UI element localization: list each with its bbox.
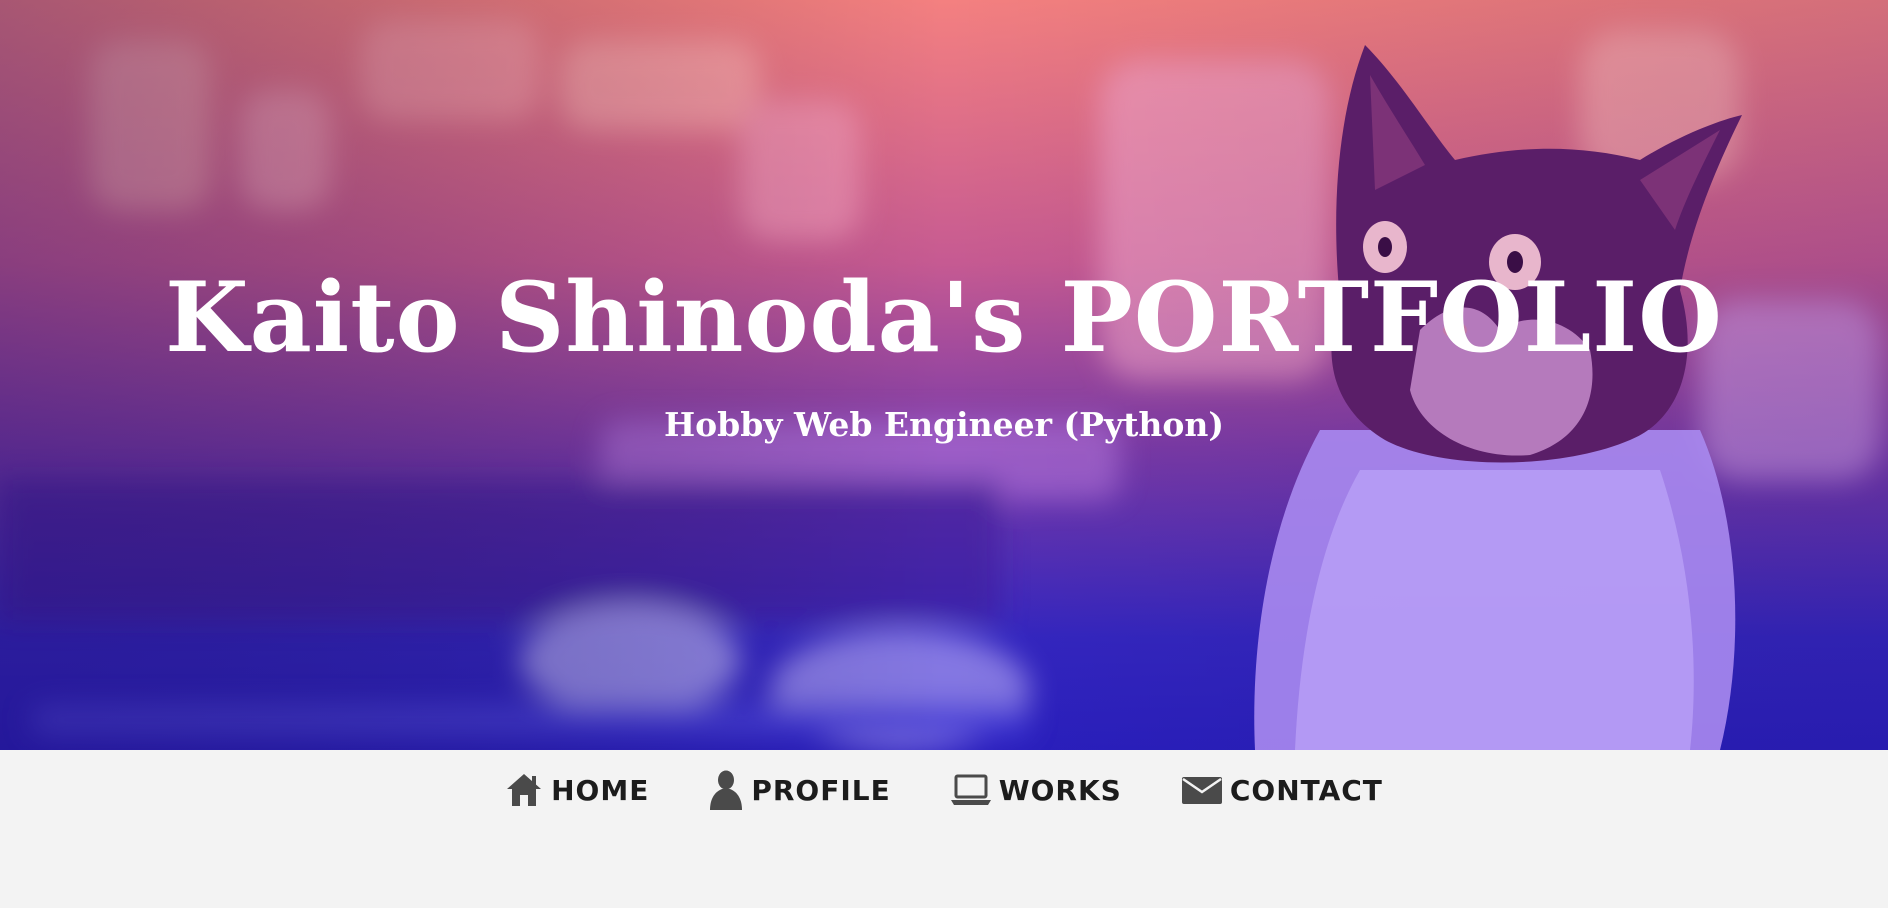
home-icon	[507, 774, 542, 806]
nav-item-works[interactable]: WORKS	[950, 770, 1122, 810]
cat-photo	[0, 0, 1888, 750]
nav-item-profile[interactable]: PROFILE	[709, 770, 890, 810]
envelope-icon	[1181, 777, 1222, 804]
person-icon	[710, 770, 743, 810]
nav-item-home[interactable]: HOME	[505, 770, 649, 810]
nav-label-home: HOME	[551, 773, 650, 807]
laptop-icon	[950, 774, 991, 805]
nav-label-profile: PROFILE	[751, 773, 891, 807]
page-title: Kaito Shinoda's PORTFOLIO	[165, 261, 1723, 374]
nav-item-contact[interactable]: CONTACT	[1181, 770, 1383, 810]
nav-label-works: WORKS	[998, 773, 1122, 807]
hero-section: Kaito Shinoda's PORTFOLIO Hobby Web Engi…	[0, 0, 1888, 750]
nav-label-contact: CONTACT	[1229, 773, 1383, 807]
nav-list: HOME PROFILE WORKS CONTACT	[0, 770, 1888, 810]
page-subtitle: Hobby Web Engineer (Python)	[663, 405, 1224, 444]
main-navigation: HOME PROFILE WORKS CONTACT	[0, 750, 1888, 908]
